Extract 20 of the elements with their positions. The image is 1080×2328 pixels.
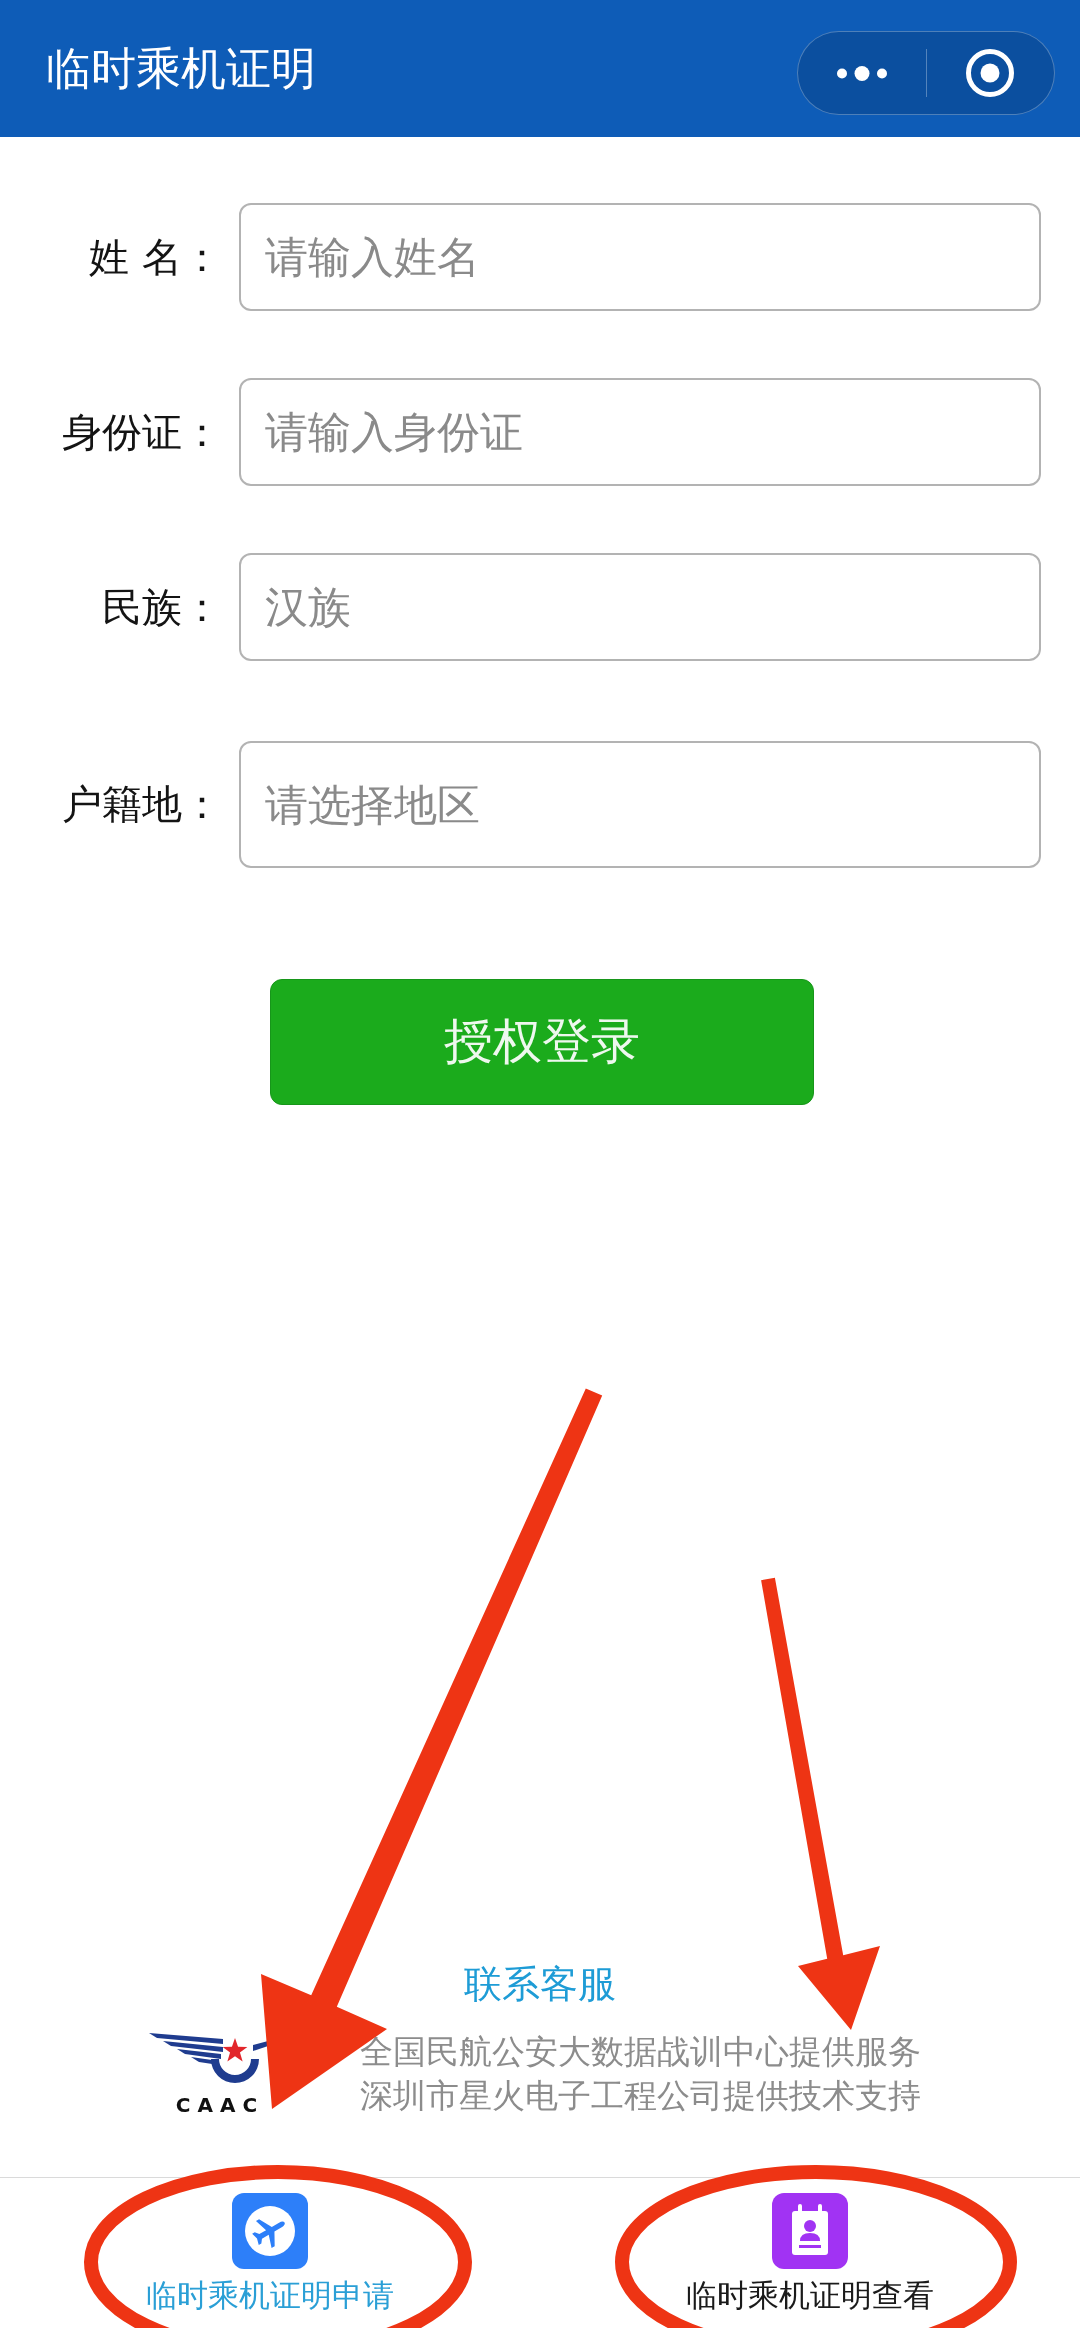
airplane-icon bbox=[232, 2193, 308, 2269]
tab-item[interactable]: 临时乘机证明查看 bbox=[540, 2178, 1080, 2328]
login-button[interactable]: 授权登录 bbox=[270, 979, 814, 1105]
field-label: 民族： bbox=[101, 582, 222, 632]
input-field[interactable]: 汉族 bbox=[239, 553, 1041, 661]
credit-text: 深圳市星火电子工程公司提供技术支持 bbox=[360, 2075, 921, 2117]
page-title: 临时乘机证明 bbox=[46, 40, 316, 97]
field-label: 姓 名： bbox=[88, 232, 222, 282]
field-label: 身份证： bbox=[61, 407, 222, 457]
id-card-icon bbox=[772, 2193, 848, 2269]
tab-item[interactable]: 临时乘机证明申请 bbox=[0, 2178, 540, 2328]
input-field[interactable]: 请输入姓名 bbox=[239, 203, 1041, 311]
contact-link[interactable]: 联系客服 bbox=[464, 1962, 616, 2006]
input-field[interactable]: 请输入身份证 bbox=[239, 378, 1041, 486]
ring-dot-icon bbox=[966, 49, 1015, 97]
field-label: 户籍地： bbox=[61, 780, 222, 829]
picker-field[interactable]: 请选择地区 bbox=[239, 741, 1041, 868]
logo-text: CAAC bbox=[175, 2093, 265, 2117]
credit-text: 全国民航公安大数据战训中心提供服务 bbox=[360, 2031, 921, 2073]
more-icon bbox=[836, 65, 887, 81]
